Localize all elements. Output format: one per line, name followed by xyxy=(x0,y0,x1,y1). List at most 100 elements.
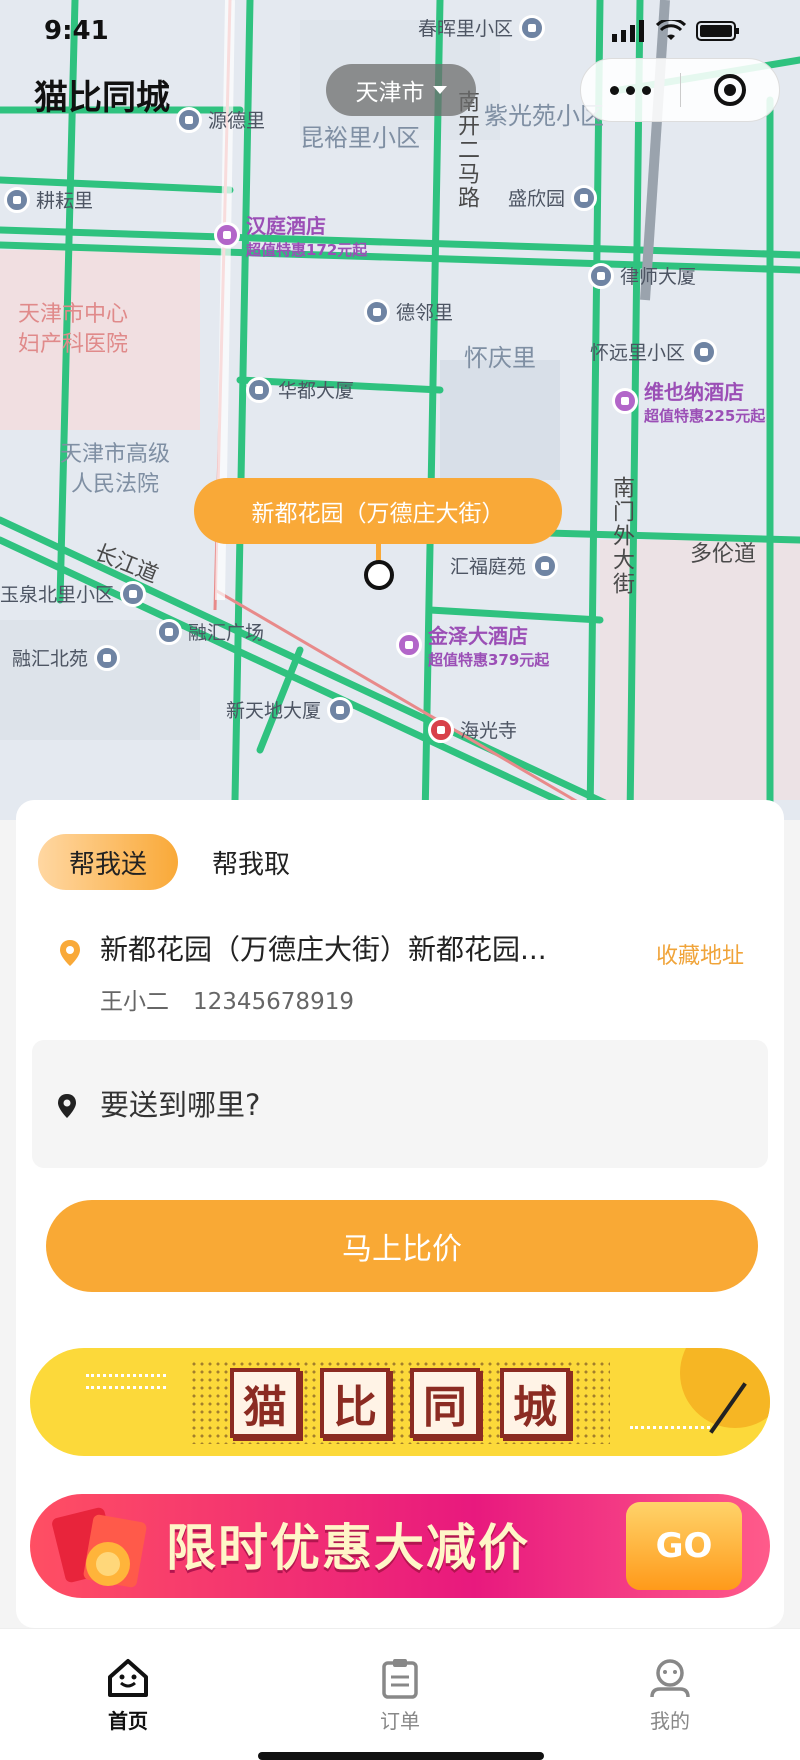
app-title: 猫比同城 xyxy=(34,78,170,118)
brand-banner[interactable]: 猫 比 同 城 xyxy=(30,1348,770,1456)
tab-profile[interactable]: 我的 xyxy=(610,1657,730,1734)
poi-hotel[interactable]: 汉庭酒店超值特惠172元起 xyxy=(214,210,367,260)
poi[interactable]: 德邻里 xyxy=(364,298,453,325)
poi-pin-icon xyxy=(532,552,559,579)
brand-chars: 猫 比 同 城 xyxy=(230,1368,570,1438)
poi[interactable]: 华都大厦 xyxy=(246,376,354,403)
poi-pin-icon xyxy=(94,644,121,671)
tab-send[interactable]: 帮我送 xyxy=(38,834,178,890)
more-button[interactable] xyxy=(581,85,680,95)
tab-home[interactable]: 首页 xyxy=(68,1657,188,1734)
location-pin-icon xyxy=(60,940,80,966)
sender-address[interactable]: 新都花园（万德庄大街）新都花园... xyxy=(100,928,580,968)
status-time: 9:41 xyxy=(44,16,109,46)
compare-price-button[interactable]: 马上比价 xyxy=(46,1200,758,1292)
wifi-icon xyxy=(656,20,686,40)
poi-name: 春晖里小区 xyxy=(418,18,514,40)
banner-wave xyxy=(86,1386,166,1390)
poi-pin-icon xyxy=(176,106,202,133)
poi-pin-icon xyxy=(571,184,598,211)
area-label: 人民法院 xyxy=(71,472,160,497)
poi-name: 维也纳酒店 xyxy=(644,380,744,404)
poi-deal: 超值特惠379元起 xyxy=(428,651,550,669)
location-pin-icon xyxy=(58,1094,76,1118)
hospital-area: 天津市中心 妇产科医院 xyxy=(18,300,128,360)
court-area: 天津市高级 人民法院 xyxy=(60,440,170,500)
area-label: 天津市高级 xyxy=(60,442,171,467)
poi-name: 耕耘里 xyxy=(36,190,94,212)
tab-pickup[interactable]: 帮我取 xyxy=(212,834,290,890)
poi-pin-icon xyxy=(246,376,272,403)
poi[interactable]: 律师大厦 xyxy=(588,262,696,289)
poi-pin-icon xyxy=(4,186,30,213)
sender-name: 王小二 xyxy=(100,989,169,1015)
poi-name: 新天地大厦 xyxy=(226,700,322,722)
poi-name: 德邻里 xyxy=(396,302,454,324)
hotel-pin-icon xyxy=(214,222,240,248)
poi[interactable]: 春晖里小区 xyxy=(418,14,546,41)
promo-banner[interactable]: 限时优惠大减价 GO xyxy=(30,1494,770,1598)
poi-pin-icon xyxy=(156,618,182,645)
poi-deal: 超值特惠172元起 xyxy=(246,241,368,259)
bottom-tab-bar: 首页 订单 我的 xyxy=(0,1628,800,1760)
promo-text: 限时优惠大减价 xyxy=(166,1519,530,1577)
poi[interactable]: 耕耘里 xyxy=(4,186,93,213)
hotel-pin-icon xyxy=(396,632,422,658)
destination-placeholder: 要送到哪里? xyxy=(100,1088,261,1122)
destination-input[interactable]: 要送到哪里? xyxy=(32,1040,768,1168)
city-selector[interactable]: 天津市 xyxy=(326,64,476,116)
poi-pin-icon xyxy=(327,696,354,723)
poi[interactable]: 融汇广场 xyxy=(156,618,264,645)
poi-temple[interactable]: 海光寺 xyxy=(428,716,517,743)
brand-char: 比 xyxy=(320,1368,390,1438)
area-label: 昆裕里小区 xyxy=(300,124,420,152)
poi[interactable]: 汇福庭苑 xyxy=(450,552,559,579)
poi-name: 华都大厦 xyxy=(278,380,355,402)
current-location-bubble[interactable]: 新都花园（万德庄大街） xyxy=(194,478,562,544)
target-icon xyxy=(713,74,746,106)
promo-go-button[interactable]: GO xyxy=(626,1502,742,1590)
tab-orders[interactable]: 订单 xyxy=(340,1657,460,1734)
poi-name: 汉庭酒店 xyxy=(246,214,326,238)
status-icons xyxy=(612,20,740,42)
order-card: 帮我送 帮我取 新都花园（万德庄大街）新都花园... 收藏地址 王小二 12345… xyxy=(16,800,784,1628)
poi-name: 金泽大酒店 xyxy=(428,624,528,648)
poi-name: 源德里 xyxy=(208,110,266,132)
poi-hotel[interactable]: 金泽大酒店超值特惠379元起 xyxy=(396,620,549,670)
poi-name: 汇福庭苑 xyxy=(450,556,527,578)
close-miniapp-button[interactable] xyxy=(680,72,779,108)
location-marker-icon xyxy=(364,560,394,590)
temple-pin-icon xyxy=(428,716,454,743)
banner-wave xyxy=(630,1426,710,1430)
poi[interactable]: 新天地大厦 xyxy=(226,696,354,723)
poi-hotel[interactable]: 维也纳酒店超值特惠225元起 xyxy=(612,376,765,426)
favorite-address-button[interactable]: 收藏地址 xyxy=(656,938,744,970)
banner-wave xyxy=(86,1374,166,1378)
poi-name: 玉泉北里小区 xyxy=(0,584,115,606)
banner-circle xyxy=(680,1348,770,1428)
poi[interactable]: 盛欣园 xyxy=(508,184,598,211)
poi[interactable]: 玉泉北里小区 xyxy=(0,580,147,607)
poi-pin-icon xyxy=(691,338,718,365)
hotel-pin-icon xyxy=(612,388,638,414)
tab-label: 我的 xyxy=(650,1709,690,1733)
area-label: 怀庆里 xyxy=(464,344,536,372)
poi-deal: 超值特惠225元起 xyxy=(644,407,766,425)
road-label: 多伦道 xyxy=(690,542,757,567)
poi[interactable]: 怀远里小区 xyxy=(590,338,718,365)
clipboard-icon xyxy=(382,1659,418,1699)
poi-name: 怀远里小区 xyxy=(590,342,686,364)
poi[interactable]: 源德里 xyxy=(176,106,265,133)
poi[interactable]: 融汇北苑 xyxy=(12,644,121,671)
home-icon xyxy=(108,1659,148,1697)
tab-label: 首页 xyxy=(108,1709,148,1733)
area-label: 妇产科医院 xyxy=(18,332,129,357)
poi-name: 融汇广场 xyxy=(188,622,265,644)
poi-pin-icon xyxy=(364,298,390,325)
map-view[interactable]: 昆裕里小区 紫光苑小区 怀庆里 天津市中心 妇产科医院 天津市高级 人民法院 多… xyxy=(0,0,800,820)
poi-pin-icon xyxy=(519,14,546,41)
brand-char: 同 xyxy=(410,1368,480,1438)
poi-name: 融汇北苑 xyxy=(12,648,89,670)
poi-name: 盛欣园 xyxy=(508,188,566,210)
sender-phone: 12345678919 xyxy=(193,989,354,1015)
